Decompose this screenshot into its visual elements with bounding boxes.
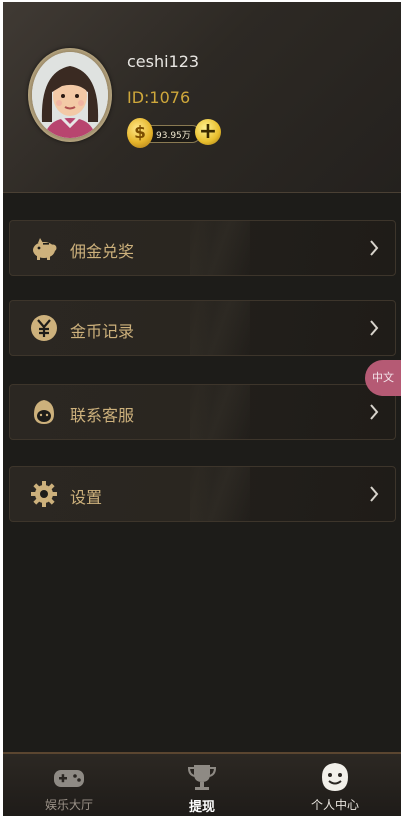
profile-header: ceshi123 ID:1076 93.95万 $ + — [3, 2, 401, 193]
menu-label: 金币记录 — [70, 322, 135, 341]
menu-label: 佣金兑奖 — [70, 242, 135, 261]
nav-tab-profile[interactable]: 个人中心 — [269, 754, 401, 816]
app-screen: ceshi123 ID:1076 93.95万 $ + 佣金兑奖 金币记录 联系… — [3, 2, 401, 816]
nav-label: 娱乐大厅 — [44, 798, 93, 812]
menu-item-settings[interactable]: 设置 — [9, 466, 396, 522]
yen-coin-icon — [31, 315, 57, 341]
coin-balance: 93.95万 $ + — [127, 118, 223, 148]
avatar[interactable] — [28, 48, 112, 142]
add-coins-button[interactable]: + — [195, 119, 221, 145]
piggy-bank-icon — [33, 238, 57, 260]
nav-tab-withdraw[interactable]: 提现 — [136, 754, 268, 816]
menu-item-customer-service[interactable]: 联系客服 — [9, 384, 396, 440]
coin-icon: $ — [127, 118, 153, 148]
customer-service-icon — [34, 400, 54, 424]
translate-button[interactable]: 中文 — [365, 360, 401, 396]
chevron-right-icon — [370, 486, 379, 502]
avatar-image — [32, 52, 108, 138]
trophy-icon — [187, 765, 217, 790]
menu-label: 联系客服 — [70, 406, 135, 425]
nav-label: 提现 — [188, 800, 215, 815]
menu-item-commission[interactable]: 佣金兑奖 — [9, 220, 396, 276]
gear-icon — [31, 481, 57, 507]
username: ceshi123 — [127, 52, 200, 71]
user-id: ID:1076 — [127, 88, 191, 107]
menu-label: 设置 — [70, 488, 103, 507]
menu-item-coin-records[interactable]: 金币记录 — [9, 300, 396, 356]
gamepad-icon — [54, 770, 84, 787]
chevron-right-icon — [370, 240, 379, 256]
smiley-face-icon — [322, 763, 348, 791]
nav-tab-lobby[interactable]: 娱乐大厅 — [3, 754, 135, 816]
coin-amount: 93.95万 — [156, 131, 191, 141]
bottom-nav: 娱乐大厅 提现 个人中心 — [3, 752, 401, 816]
chevron-right-icon — [370, 320, 379, 336]
chevron-right-icon — [370, 404, 379, 420]
nav-label: 个人中心 — [310, 798, 359, 812]
